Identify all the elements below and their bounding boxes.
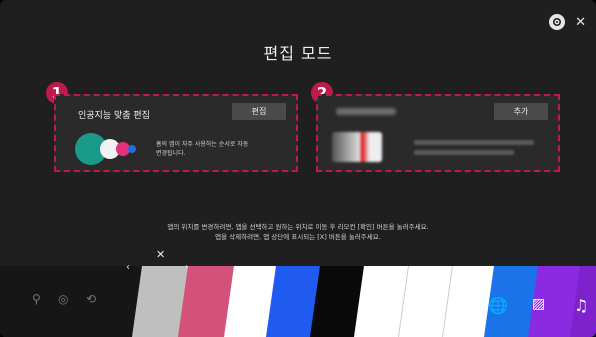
blurred-text-line [414, 140, 534, 145]
gear-icon[interactable] [549, 14, 566, 30]
image-icon: ▨ [532, 296, 546, 312]
instruction-line-1: 앱의 위치를 변경하려면, 앱을 선택하고 원하는 위치로 이동 후 리모컨 [… [167, 223, 429, 231]
ai-custom-edit-panel: 인공지능 맞춤 편집 편집 홈의 앱이 자주 사용하는 순서로 자동 변경됩니다… [54, 94, 298, 172]
add-button[interactable]: 추가 [494, 103, 548, 120]
globe-icon: 🌐 [488, 296, 508, 315]
search-icon[interactable]: ⚲ [32, 292, 41, 306]
input-icon[interactable]: ◎ [58, 292, 68, 306]
music-icon: ♫ [574, 296, 589, 315]
instruction-text: 앱의 위치를 변경하려면, 앱을 선택하고 원하는 위치로 이동 후 리모컨 [… [0, 222, 596, 242]
edit-mode-screen: ✕ 편집 모드 1 인공지능 맞춤 편집 편집 홈의 앱이 자주 사용하는 순서… [0, 0, 596, 337]
top-icons: ✕ [549, 14, 586, 30]
ai-illustration-icon [75, 133, 136, 165]
instruction-line-2: 앱을 삭제하려면, 앱 상단에 표시되는 [X] 버튼을 눌러주세요. [215, 233, 381, 241]
app-tiles: 🌐 ▨ ♫ [128, 266, 596, 337]
panel-description: 홈의 앱이 자주 사용하는 순서로 자동 변경됩니다. [156, 140, 296, 158]
guide-icon[interactable]: ⟲ [86, 292, 96, 306]
blurred-title [336, 108, 396, 115]
page-title: 편집 모드 [263, 44, 333, 63]
desc-line-1: 홈의 앱이 자주 사용하는 순서로 자동 [156, 141, 249, 148]
remove-app-icon[interactable]: ✕ [156, 248, 165, 261]
edit-button[interactable]: 편집 [232, 103, 286, 120]
panel-title: 인공지능 맞춤 편집 [78, 111, 150, 121]
blurred-text-line [414, 150, 514, 155]
chevron-right-icon[interactable]: › [185, 262, 189, 273]
close-icon[interactable]: ✕ [575, 16, 586, 29]
blurred-thumbnail [332, 132, 382, 162]
gear-svg [553, 17, 562, 27]
chevron-left-icon[interactable]: ‹ [126, 262, 130, 273]
desc-line-2: 변경됩니다. [156, 150, 186, 157]
add-channel-panel: 추가 [316, 94, 560, 172]
